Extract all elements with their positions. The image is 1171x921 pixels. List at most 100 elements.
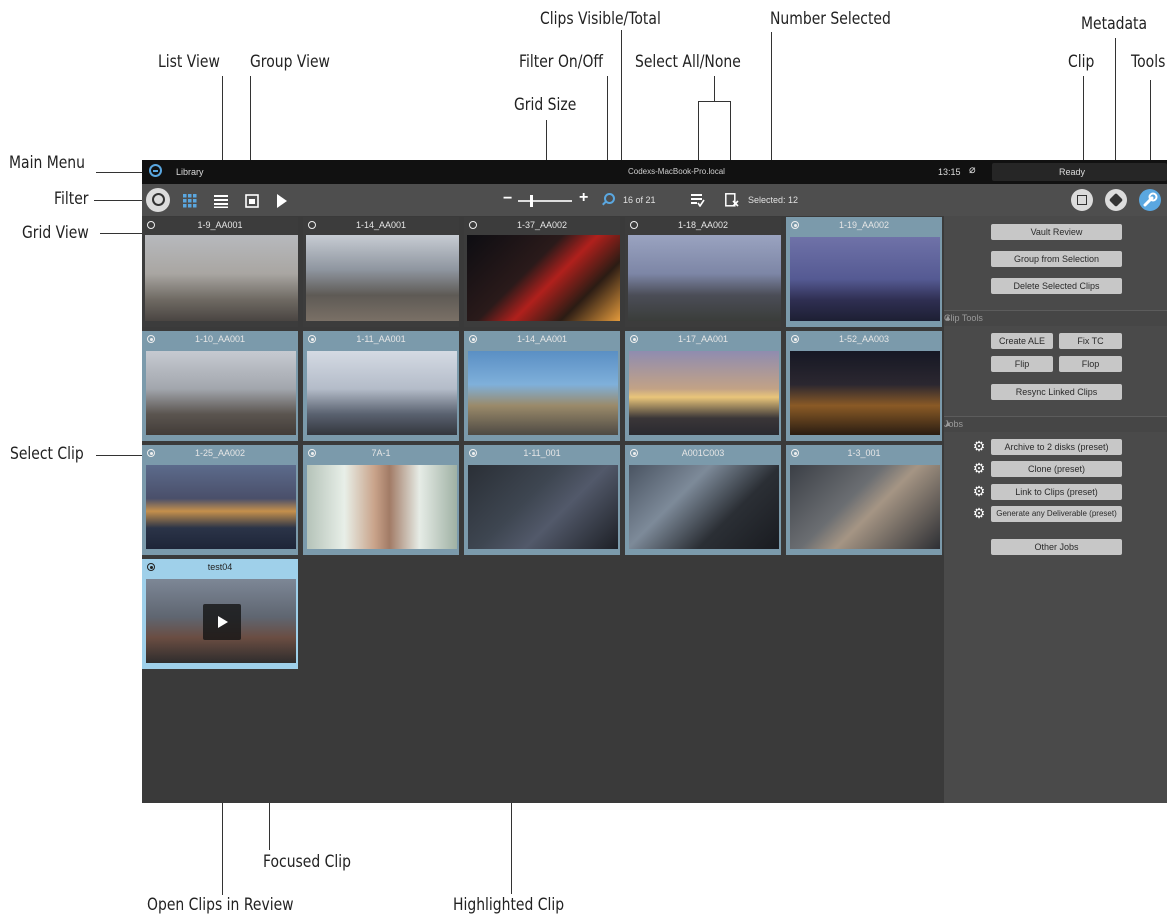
fix-tc-button[interactable]: Fix TC bbox=[1059, 333, 1122, 349]
jobs-header[interactable]: Jobs ▲ bbox=[944, 416, 1167, 432]
filter-toggle-icon[interactable] bbox=[602, 193, 615, 206]
callout-select-clip: Select Clip bbox=[10, 444, 84, 464]
clip-tile[interactable]: 1-17_AA001 bbox=[625, 331, 781, 441]
callout-filter: Filter bbox=[54, 189, 89, 209]
filter-button[interactable] bbox=[146, 188, 170, 212]
callout-focused-clip: Focused Clip bbox=[263, 852, 351, 872]
selected-count: Selected: 12 bbox=[748, 195, 799, 205]
tools-button[interactable] bbox=[1139, 189, 1161, 211]
flop-button[interactable]: Flop bbox=[1059, 356, 1122, 372]
clip-header: 1-17_AA001 bbox=[625, 331, 781, 349]
callout-open-clips-in-review: Open Clips in Review bbox=[147, 895, 294, 915]
clip-header: 7A-1 bbox=[303, 445, 459, 463]
clip-tile[interactable]: 1-9_AA001 bbox=[142, 217, 298, 327]
job-button[interactable]: Clone (preset) bbox=[991, 461, 1122, 477]
clip-thumbnail[interactable] bbox=[790, 465, 940, 549]
clip-tile[interactable]: A001C003 bbox=[625, 445, 781, 555]
clip-header: 1-37_AA002 bbox=[464, 217, 620, 235]
clip-tile[interactable]: 1-19_AA002 bbox=[786, 217, 942, 327]
other-jobs-button[interactable]: Other Jobs bbox=[991, 539, 1122, 555]
collapse-icon[interactable]: ▲ bbox=[944, 419, 1161, 428]
clock: 13:15 bbox=[938, 167, 961, 177]
delete-selected-clips-button[interactable]: Delete Selected Clips bbox=[991, 278, 1122, 294]
job-button[interactable]: Generate any Deliverable (preset) bbox=[991, 506, 1122, 522]
clip-tile[interactable]: 1-3_001 bbox=[786, 445, 942, 555]
clip-tile[interactable]: 1-14_AA001 bbox=[303, 217, 459, 327]
clip-tools-header[interactable]: Clip Tools ▲ bbox=[944, 310, 1167, 326]
callout-group-view: Group View bbox=[250, 52, 330, 72]
clip-thumbnail[interactable] bbox=[468, 351, 618, 435]
clip-header: 1-10_AA001 bbox=[142, 331, 298, 349]
metadata-button[interactable] bbox=[1105, 189, 1127, 211]
clip-thumbnail[interactable] bbox=[629, 351, 779, 435]
select-none-icon[interactable] bbox=[725, 193, 739, 207]
collapse-icon[interactable]: ▲ bbox=[944, 313, 1161, 322]
clip-tile[interactable]: 1-37_AA002 bbox=[464, 217, 620, 327]
create-ale-button[interactable]: Create ALE bbox=[991, 333, 1053, 349]
list-view-icon[interactable] bbox=[214, 194, 228, 208]
gear-icon[interactable]: ⚙ bbox=[972, 484, 986, 498]
clip-tile[interactable]: 1-11_001 bbox=[464, 445, 620, 555]
clip-thumbnail[interactable] bbox=[628, 235, 781, 321]
clip-tile[interactable]: 7A-1 bbox=[303, 445, 459, 555]
gear-icon[interactable]: ⚙ bbox=[972, 461, 986, 475]
clip-thumbnail[interactable] bbox=[790, 237, 940, 321]
clip-thumbnail[interactable] bbox=[468, 465, 618, 549]
resync-linked-clips-button[interactable]: Resync Linked Clips bbox=[991, 384, 1122, 400]
clip-thumbnail[interactable] bbox=[145, 235, 298, 321]
callout-number-selected: Number Selected bbox=[770, 9, 891, 29]
grid-size-slider[interactable] bbox=[518, 195, 572, 207]
leader-line bbox=[698, 101, 731, 102]
clip-thumbnail[interactable] bbox=[629, 465, 779, 549]
gear-icon[interactable]: ⚙ bbox=[972, 506, 986, 520]
clip-thumbnail[interactable] bbox=[790, 351, 940, 435]
clip-tile[interactable]: 1-18_AA002 bbox=[625, 217, 781, 327]
clip-count: 16 of 21 bbox=[623, 195, 656, 205]
main-menu-icon[interactable] bbox=[149, 164, 162, 177]
clip-thumbnail[interactable] bbox=[306, 235, 459, 321]
clip-header: test04 bbox=[142, 559, 298, 577]
select-all-icon[interactable] bbox=[691, 193, 705, 208]
clip-tile[interactable]: 1-10_AA001 bbox=[142, 331, 298, 441]
slider-handle[interactable] bbox=[530, 195, 533, 207]
zoom-in-button[interactable]: + bbox=[579, 189, 588, 207]
pin-icon[interactable]: ⌀ bbox=[969, 163, 976, 176]
clip-thumbnail[interactable] bbox=[146, 579, 296, 663]
clip-panel-button[interactable] bbox=[1071, 189, 1093, 211]
clip-header: 1-14_AA001 bbox=[303, 217, 459, 235]
flip-button[interactable]: Flip bbox=[991, 356, 1053, 372]
open-in-review-play-button[interactable] bbox=[203, 604, 241, 640]
gear-icon[interactable]: ⚙ bbox=[972, 439, 986, 453]
job-button[interactable]: Link to Clips (preset) bbox=[991, 484, 1122, 500]
clip-thumbnail[interactable] bbox=[146, 351, 296, 435]
callout-filter-on-off: Filter On/Off bbox=[519, 52, 604, 72]
clip-thumbnail[interactable] bbox=[307, 465, 457, 549]
clip-header: 1-11_AA001 bbox=[303, 331, 459, 349]
clip-name: 1-11_001 bbox=[523, 448, 561, 458]
clip-name: 1-9_AA001 bbox=[197, 220, 243, 230]
job-button[interactable]: Archive to 2 disks (preset) bbox=[991, 439, 1122, 455]
clip-header: 1-18_AA002 bbox=[625, 217, 781, 235]
clip-tile[interactable]: 1-52_AA003 bbox=[786, 331, 942, 441]
group-view-icon[interactable] bbox=[245, 194, 259, 208]
wrench-icon bbox=[1143, 192, 1158, 207]
clip-thumbnail[interactable] bbox=[146, 465, 296, 549]
group-from-selection-button[interactable]: Group from Selection bbox=[991, 251, 1122, 267]
clip-thumbnail[interactable] bbox=[307, 351, 457, 435]
clip-tile[interactable]: 1-25_AA002 bbox=[142, 445, 298, 555]
clip-tile[interactable]: 1-11_AA001 bbox=[303, 331, 459, 441]
clip-tile-focused[interactable]: test04 bbox=[142, 559, 298, 669]
grid-view-icon[interactable] bbox=[183, 194, 197, 208]
play-icon[interactable] bbox=[277, 194, 287, 208]
clip-name: 1-14_AA001 bbox=[355, 220, 407, 230]
clip-thumbnail[interactable] bbox=[467, 235, 620, 321]
clip-name: 1-52_AA003 bbox=[838, 334, 890, 344]
clip-tile[interactable]: 1-14_AA001 bbox=[464, 331, 620, 441]
play-icon bbox=[218, 616, 228, 628]
clip-header: 1-25_AA002 bbox=[142, 445, 298, 463]
clip-header: A001C003 bbox=[625, 445, 781, 463]
zoom-out-button[interactable]: − bbox=[503, 190, 512, 208]
callout-list-view: List View bbox=[158, 52, 220, 72]
vault-review-button[interactable]: Vault Review bbox=[991, 224, 1122, 240]
leader-line bbox=[714, 76, 715, 101]
